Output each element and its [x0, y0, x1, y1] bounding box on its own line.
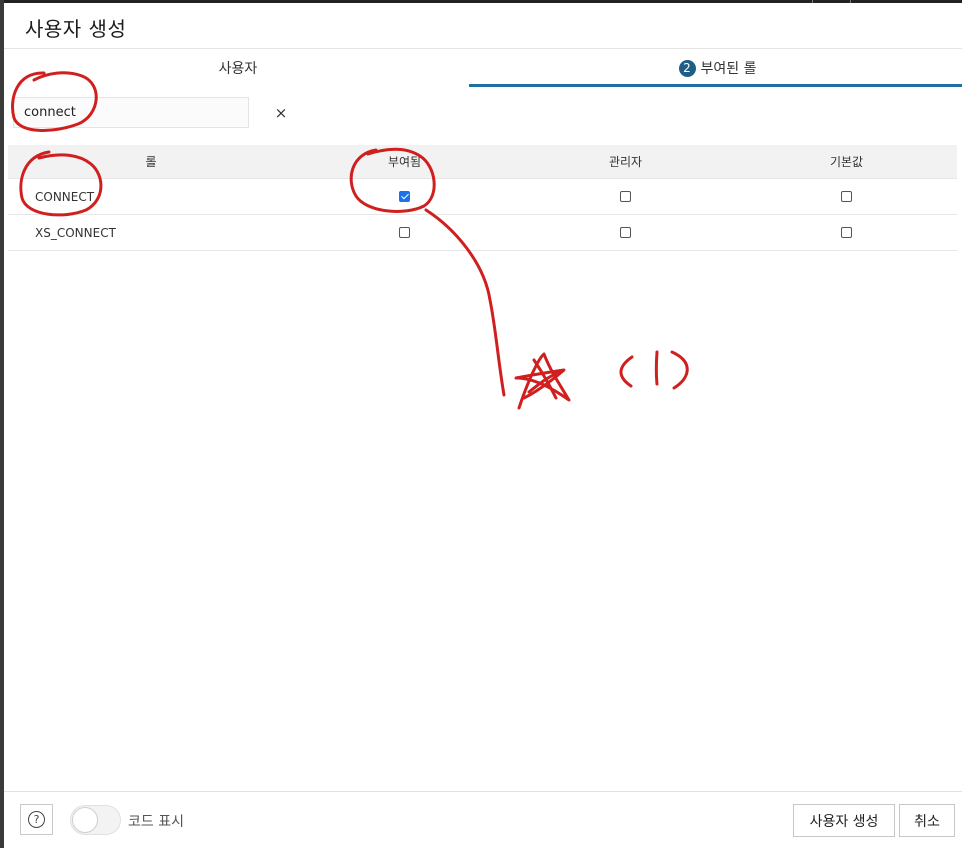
admin-checkbox[interactable]: [620, 227, 631, 238]
close-icon: ×: [274, 104, 288, 122]
footer-divider: [4, 791, 962, 792]
dialog-title: 사용자 생성: [25, 17, 127, 41]
show-code-label: 코드 표시: [128, 814, 184, 830]
granted-checkbox[interactable]: [399, 191, 410, 202]
active-tab-indicator: [469, 84, 962, 87]
help-button[interactable]: ?: [20, 804, 53, 835]
roles-grid: 롤 부여됨 관리자 기본값 CONNECT XS_CONNECT: [8, 145, 957, 251]
clear-search-button[interactable]: ×: [270, 102, 292, 124]
step-badge: 2: [678, 59, 696, 77]
tab-user[interactable]: 사용자: [8, 50, 468, 86]
role-name: CONNECT: [35, 189, 95, 204]
top-strip: [4, 0, 962, 3]
left-paren-mark: [619, 355, 634, 388]
header-granted[interactable]: 부여됨: [294, 145, 515, 178]
role-name: XS_CONNECT: [35, 225, 116, 240]
right-paren-mark: [670, 350, 689, 390]
help-icon: ?: [28, 811, 45, 828]
show-code-toggle[interactable]: [70, 805, 121, 835]
default-cell: [736, 215, 957, 250]
admin-cell: [515, 215, 736, 250]
tab-granted-roles[interactable]: 2 부여된 롤: [469, 50, 962, 86]
granted-checkbox[interactable]: [399, 227, 410, 238]
create-user-dialog: 사용자 생성 사용자 2 부여된 롤 × 롤 부여됨 관리자 기본값 CONNE…: [0, 0, 962, 848]
cancel-button[interactable]: 취소: [899, 804, 955, 837]
granted-cell: [294, 215, 515, 250]
table-row[interactable]: CONNECT: [8, 179, 957, 215]
default-checkbox[interactable]: [841, 191, 852, 202]
tab-roles-label: 부여된 롤: [700, 61, 757, 77]
default-cell: [736, 179, 957, 214]
star-mark: [514, 352, 571, 410]
header-default[interactable]: 기본값: [736, 145, 957, 178]
header-admin[interactable]: 관리자: [515, 145, 736, 178]
create-user-button[interactable]: 사용자 생성: [793, 804, 895, 837]
grid-header: 롤 부여됨 관리자 기본값: [8, 145, 957, 179]
divider: [4, 48, 962, 49]
table-row[interactable]: XS_CONNECT: [8, 215, 957, 251]
granted-cell: [294, 179, 515, 214]
header-role[interactable]: 롤: [8, 145, 294, 178]
admin-checkbox[interactable]: [620, 191, 631, 202]
search-input[interactable]: [13, 97, 249, 128]
toggle-knob: [72, 807, 98, 833]
tab-user-label: 사용자: [218, 61, 258, 77]
default-checkbox[interactable]: [841, 227, 852, 238]
star-mark-scribble: [527, 358, 562, 400]
one-mark: [654, 350, 659, 386]
admin-cell: [515, 179, 736, 214]
